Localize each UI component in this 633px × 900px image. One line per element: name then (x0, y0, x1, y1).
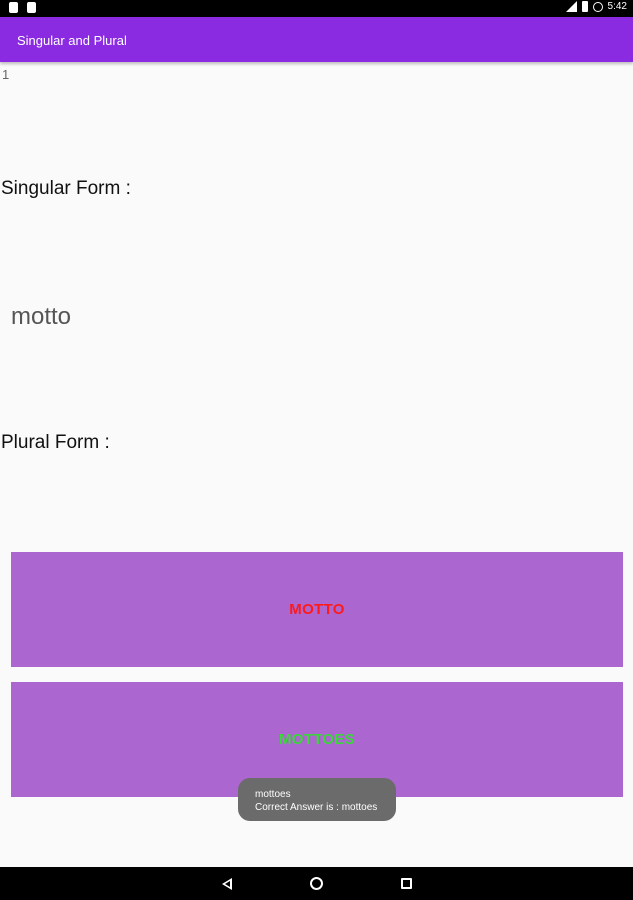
alarm-icon (592, 1, 603, 12)
option-button-motto[interactable]: MOTTO (11, 552, 623, 667)
app-title: Singular and Plural (17, 33, 127, 48)
singular-word: motto (11, 303, 72, 330)
android-notification-icon (9, 2, 18, 13)
signal-icon (565, 1, 577, 12)
option-label: MOTTOES (279, 731, 355, 748)
plural-form-label: Plural Form : (1, 432, 110, 453)
battery-icon (581, 1, 588, 12)
toast-answer: mottoes (255, 789, 291, 800)
back-icon[interactable] (222, 878, 232, 890)
navigation-bar (0, 867, 633, 900)
question-number: 1 (2, 67, 10, 82)
system-tray: 5:42 (565, 1, 627, 12)
toast-message: mottoes Correct Answer is : mottoes (238, 778, 396, 821)
option-label: MOTTO (289, 601, 345, 618)
app-bar: Singular and Plural (0, 17, 633, 62)
status-time: 5:42 (607, 1, 627, 12)
status-bar: 5:42 (0, 0, 633, 17)
notification-area (9, 2, 36, 13)
home-icon[interactable] (310, 877, 323, 890)
toast-correct-answer: Correct Answer is : mottoes (255, 802, 378, 813)
android-notification-icon (27, 2, 36, 13)
singular-form-label: Singular Form : (1, 178, 131, 199)
recents-icon[interactable] (401, 878, 412, 889)
